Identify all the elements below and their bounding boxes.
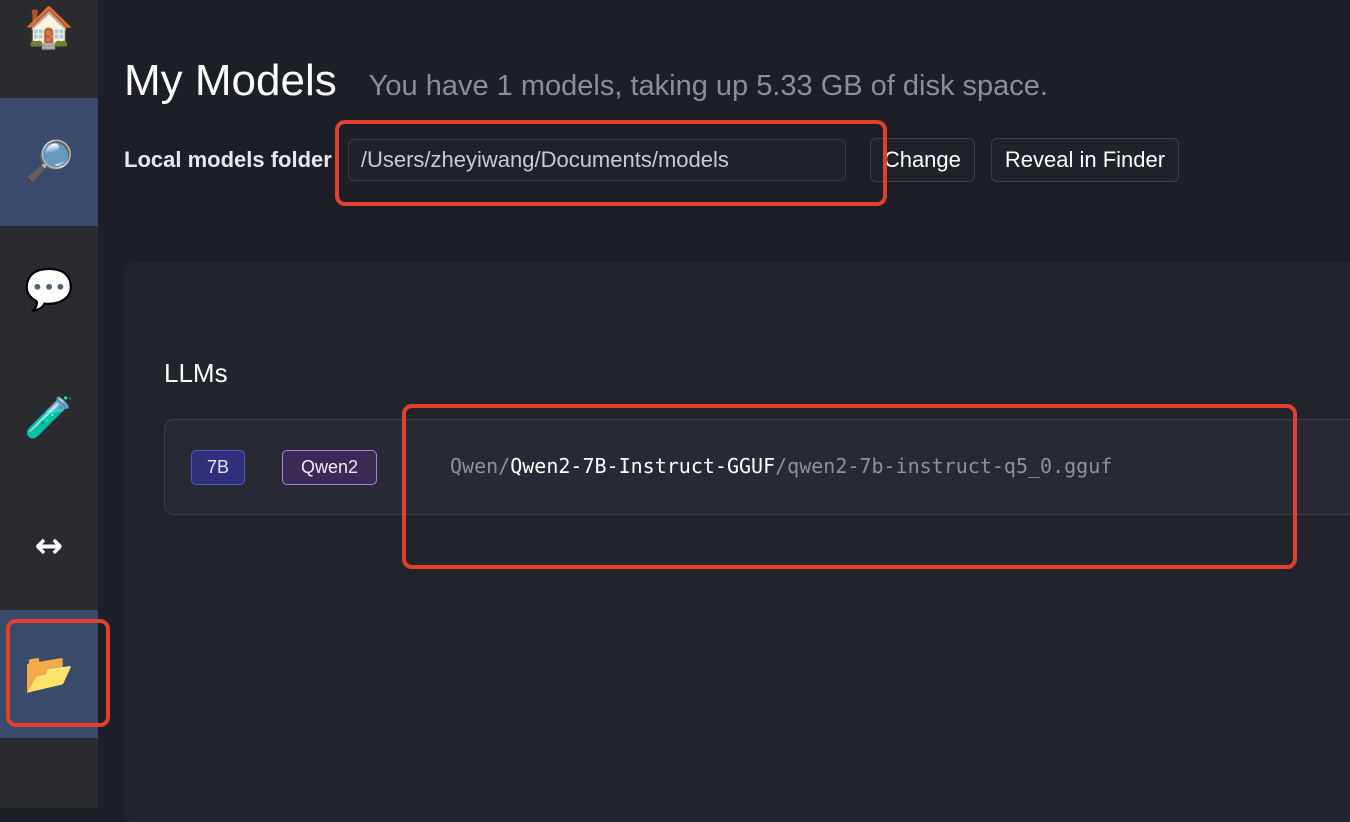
main-content: My Models You have 1 models, taking up 5…	[98, 0, 1350, 822]
speech-bubble-icon: 💬	[24, 268, 74, 312]
left-right-arrow-icon: ↔	[34, 526, 64, 566]
arch-badge: Qwen2	[282, 450, 377, 485]
change-folder-button[interactable]: Change	[869, 138, 975, 182]
sidebar-item-my-models[interactable]: 📂	[0, 610, 98, 738]
page-title: My Models	[124, 56, 337, 105]
house-icon: 🏠	[24, 6, 74, 50]
page-subtitle: You have 1 models, taking up 5.33 GB of …	[368, 70, 1048, 102]
sidebar-item-home[interactable]: 🏠	[0, 0, 98, 98]
sidebar-item-search[interactable]: 🔎	[0, 98, 98, 226]
model-repo: Qwen2-7B-Instruct-GGUF	[510, 454, 776, 478]
sidebar-item-server[interactable]: ↔	[0, 482, 98, 610]
llms-section-label: LLMs	[164, 358, 228, 388]
sidebar-item-chat[interactable]: 💬	[0, 226, 98, 354]
folder-label: Local models folder	[124, 147, 332, 172]
header: My Models You have 1 models, taking up 5…	[124, 56, 1048, 106]
magnifier-icon: 🔎	[24, 140, 74, 184]
sidebar-item-lab[interactable]: 🧪	[0, 354, 98, 482]
model-row[interactable]: 7B Qwen2 Qwen/Qwen2-7B-Instruct-GGUF/qwe…	[164, 419, 1350, 515]
models-folder-row: Local models folder /Users/zheyiwang/Doc…	[124, 138, 1195, 182]
models-panel: LLMs 7B Qwen2 Qwen/Qwen2-7B-Instruct-GGU…	[124, 262, 1350, 822]
model-file: qwen2-7b-instruct-q5_0.gguf	[787, 454, 1113, 478]
test-tube-icon: 🧪	[24, 396, 74, 440]
open-folder-icon: 📂	[24, 652, 74, 696]
sidebar: 🏠 🔎 💬 🧪 ↔ 📂	[0, 0, 98, 808]
path-separator: /	[498, 454, 511, 478]
path-separator: /	[775, 454, 788, 478]
reveal-in-finder-button[interactable]: Reveal in Finder	[990, 138, 1180, 182]
folder-path-field[interactable]: /Users/zheyiwang/Documents/models	[347, 139, 846, 181]
model-publisher: Qwen	[450, 454, 499, 478]
model-path: Qwen/Qwen2-7B-Instruct-GGUF/qwen2-7b-ins…	[450, 454, 1112, 478]
size-badge: 7B	[191, 450, 245, 485]
